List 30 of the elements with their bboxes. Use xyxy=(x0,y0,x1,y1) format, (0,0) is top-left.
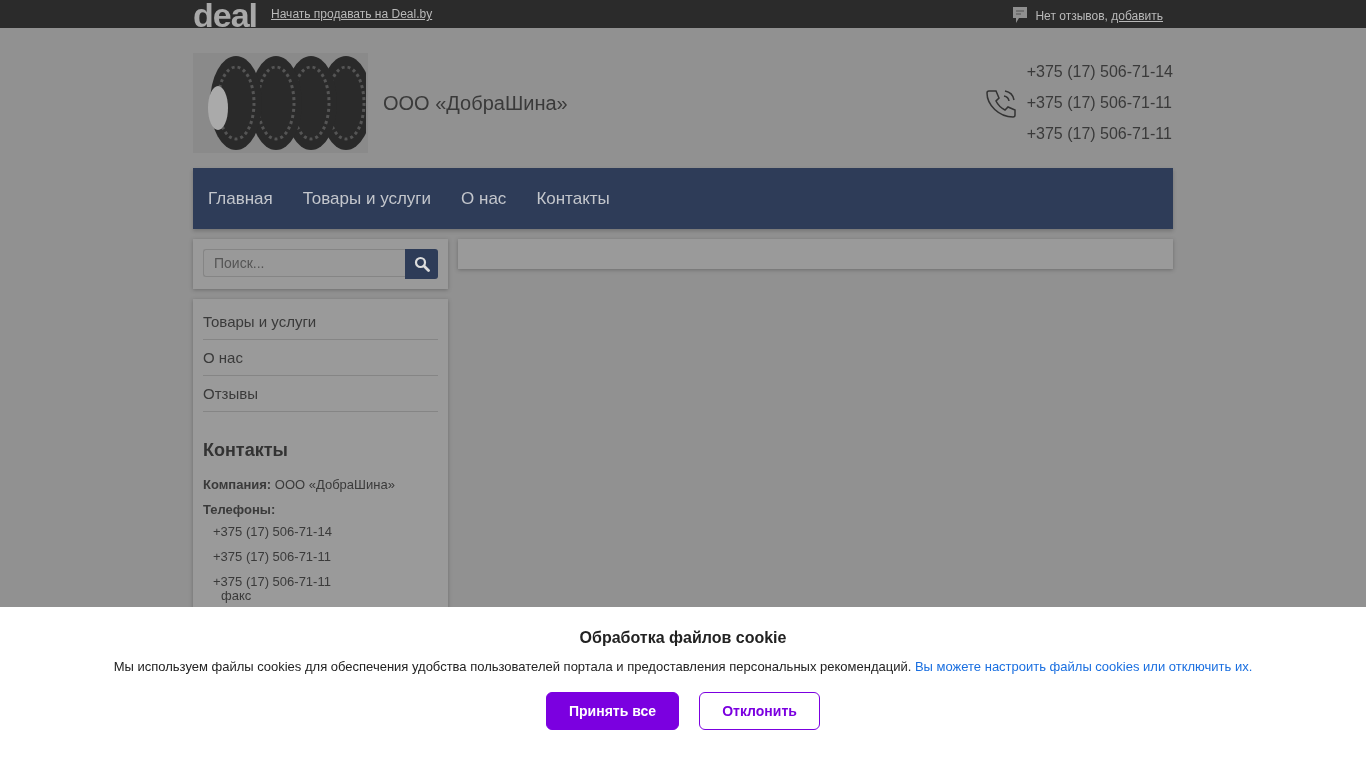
company-name: ООО «ДобраШина» xyxy=(383,91,568,115)
nav-link[interactable]: Контакты xyxy=(536,188,610,209)
nav-link[interactable]: Главная xyxy=(208,188,273,209)
search-icon xyxy=(413,256,430,272)
phones-label: Телефоны: xyxy=(203,502,277,517)
add-review-link[interactable]: добавить xyxy=(1111,9,1163,23)
comment-icon xyxy=(1013,6,1028,24)
reviews-text: Нет отзывов, xyxy=(1035,9,1109,23)
search-field[interactable]: Поиск... xyxy=(203,249,405,277)
phone-number: +375 (17) 506-71-11 xyxy=(1026,124,1173,144)
phone-link[interactable]: +375 (17) 506-71-14 xyxy=(213,521,438,542)
cookie-title: Обработка файлов cookie xyxy=(579,629,787,647)
phone-number: +375 (17) 506-71-14 xyxy=(1026,62,1173,82)
phone-number: +375 (17) 506-71-11 xyxy=(1026,93,1173,113)
nav-link[interactable]: О нас xyxy=(461,188,507,209)
nav-link[interactable]: Товары и услуги xyxy=(302,188,432,209)
accept-button[interactable]: Принять все xyxy=(546,692,679,730)
company-info: Компания: ООО «ДобраШина» xyxy=(203,477,396,492)
phone-icon xyxy=(984,87,1017,119)
contacts-title: Контакты xyxy=(203,440,289,461)
deal-logo[interactable]: deal xyxy=(193,0,258,29)
sidebar-link[interactable]: Товары и услуги xyxy=(203,304,438,340)
search-button[interactable] xyxy=(405,249,438,279)
phone-link[interactable]: +375 (17) 506-71-11 xyxy=(213,546,438,567)
sidebar-link[interactable]: О нас xyxy=(203,340,438,376)
decline-button[interactable]: Отклонить xyxy=(699,692,820,730)
cookie-settings-link[interactable]: Вы можете настроить файлы cookies или отключить их. xyxy=(914,659,1253,674)
sidebar-link[interactable]: Отзывы xyxy=(203,376,438,412)
sell-link[interactable]: Начать продавать на Deal.by xyxy=(271,7,433,21)
cookie-text: Мы используем файлы cookies для обеспечения удобства пользователей портала и предоставления персональных рекомендаций. Вы можете настроить файлы cookies или отключить их. xyxy=(113,659,1253,674)
